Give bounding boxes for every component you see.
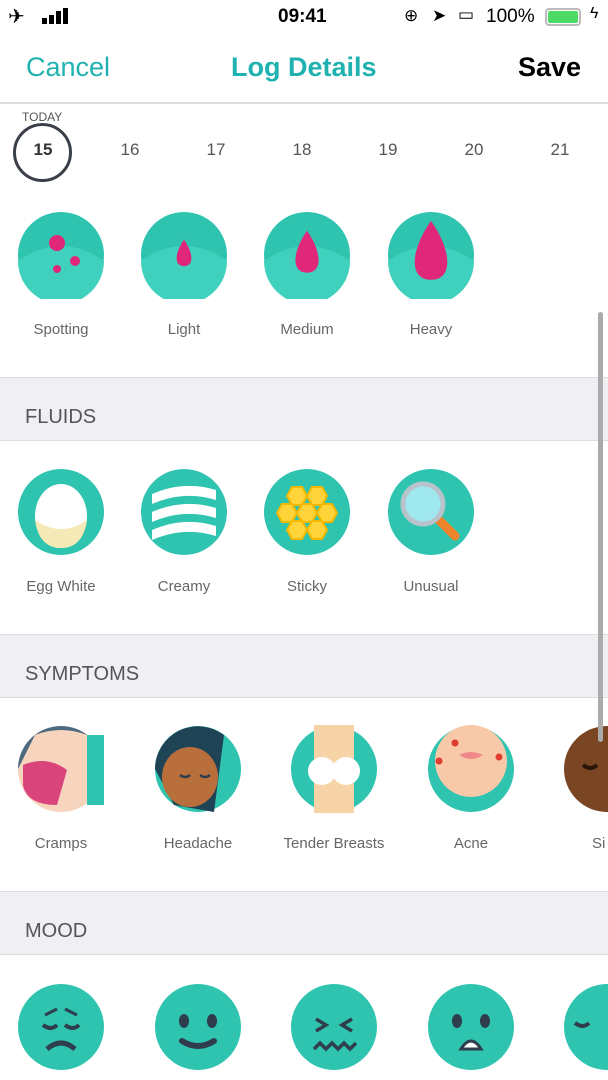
symptoms-item-si[interactable]: Si	[563, 725, 608, 852]
mood-item-distressed-face[interactable]	[274, 983, 394, 1071]
item-label: Tender Breasts	[283, 835, 385, 852]
flow-item-light[interactable]: Light	[124, 211, 244, 338]
item-label: Acne	[453, 835, 489, 852]
section-header-fluids: FLUIDS	[0, 377, 608, 441]
egg-white-icon	[18, 469, 104, 555]
cancel-button[interactable]: Cancel	[26, 52, 110, 83]
signal-icon	[42, 8, 68, 24]
symptoms-item-acne[interactable]: Acne	[411, 725, 531, 852]
flow-item-medium[interactable]: Medium	[247, 211, 367, 338]
mood-item-sad-face[interactable]	[1, 983, 121, 1071]
battery-icon	[545, 8, 581, 26]
item-label: Si	[592, 835, 606, 852]
happy-face-icon	[155, 984, 241, 1070]
symptoms-item-headache[interactable]: Headache	[138, 725, 258, 852]
date-15[interactable]: 15	[13, 140, 73, 160]
item-label: Light	[167, 321, 201, 338]
section-header-mood: MOOD	[0, 891, 608, 955]
section-header-symptoms: SYMPTOMS	[0, 634, 608, 698]
rotation-lock-icon: ⊕	[404, 6, 419, 25]
tender-breasts-icon	[291, 725, 377, 813]
section-title: MOOD	[25, 920, 88, 942]
item-label: Cramps	[34, 835, 88, 852]
airplane-icon: ✈	[8, 6, 25, 28]
item-label: Creamy	[157, 578, 211, 595]
clock: 09:41	[278, 6, 327, 27]
scrollbar[interactable]	[598, 312, 603, 742]
page-title: Log Details	[231, 52, 377, 82]
section-title: SYMPTOMS	[25, 663, 140, 685]
date-16[interactable]: 16	[100, 140, 160, 160]
airplay-icon: ▭	[458, 5, 475, 24]
date-18[interactable]: 18	[272, 140, 332, 160]
mood-item-worried-face[interactable]	[411, 983, 531, 1071]
headache-icon	[155, 726, 241, 812]
item-label: Spotting	[33, 321, 89, 338]
item-label: Medium	[280, 321, 334, 338]
sticky-icon	[264, 469, 350, 555]
battery-percent: 100%	[486, 6, 535, 27]
flow-item-heavy[interactable]: Heavy	[371, 211, 491, 338]
sleepy-face-icon	[564, 984, 608, 1070]
cramps-icon	[18, 726, 104, 812]
nav-bar: Cancel Log Details Save	[0, 34, 608, 104]
acne-icon	[428, 725, 514, 812]
today-label: TODAY	[22, 110, 63, 124]
symptoms-item-cramps[interactable]: Cramps	[1, 725, 121, 852]
light-icon	[141, 212, 227, 299]
medium-icon	[264, 212, 350, 299]
fluids-item-egg-white[interactable]: Egg White	[1, 468, 121, 595]
fluids-item-sticky[interactable]: Sticky	[247, 468, 367, 595]
date-19[interactable]: 19	[358, 140, 418, 160]
sad-face-icon	[18, 984, 104, 1070]
item-label: Headache	[163, 835, 233, 852]
fluids-item-unusual[interactable]: Unusual	[371, 468, 491, 595]
mood-item-sleepy-face[interactable]	[563, 983, 608, 1071]
worried-face-icon	[428, 984, 514, 1070]
item-label: Heavy	[409, 321, 453, 338]
item-label: Unusual	[403, 578, 459, 595]
symptoms-item-tender-breasts[interactable]: Tender Breasts	[274, 725, 394, 852]
unusual-icon	[388, 469, 474, 555]
mood-item-happy-face[interactable]	[138, 983, 258, 1071]
item-label: Sticky	[286, 578, 327, 595]
save-button[interactable]: Save	[518, 52, 581, 83]
flow-item-spotting[interactable]: Spotting	[1, 211, 121, 338]
creamy-icon	[141, 469, 227, 555]
heavy-icon	[388, 212, 474, 299]
spotting-icon	[18, 212, 104, 299]
section-title: FLUIDS	[25, 406, 97, 428]
date-17[interactable]: 17	[186, 140, 246, 160]
charging-icon: ϟ	[590, 5, 599, 22]
fluids-item-creamy[interactable]: Creamy	[124, 468, 244, 595]
date-20[interactable]: 20	[444, 140, 504, 160]
location-icon: ➤	[432, 6, 447, 25]
date-21[interactable]: 21	[530, 140, 590, 160]
status-bar: ✈ 09:41 ⊕ ➤ ▭ 100% ϟ	[0, 0, 608, 34]
distressed-face-icon	[291, 984, 377, 1070]
item-label: Egg White	[26, 578, 96, 595]
